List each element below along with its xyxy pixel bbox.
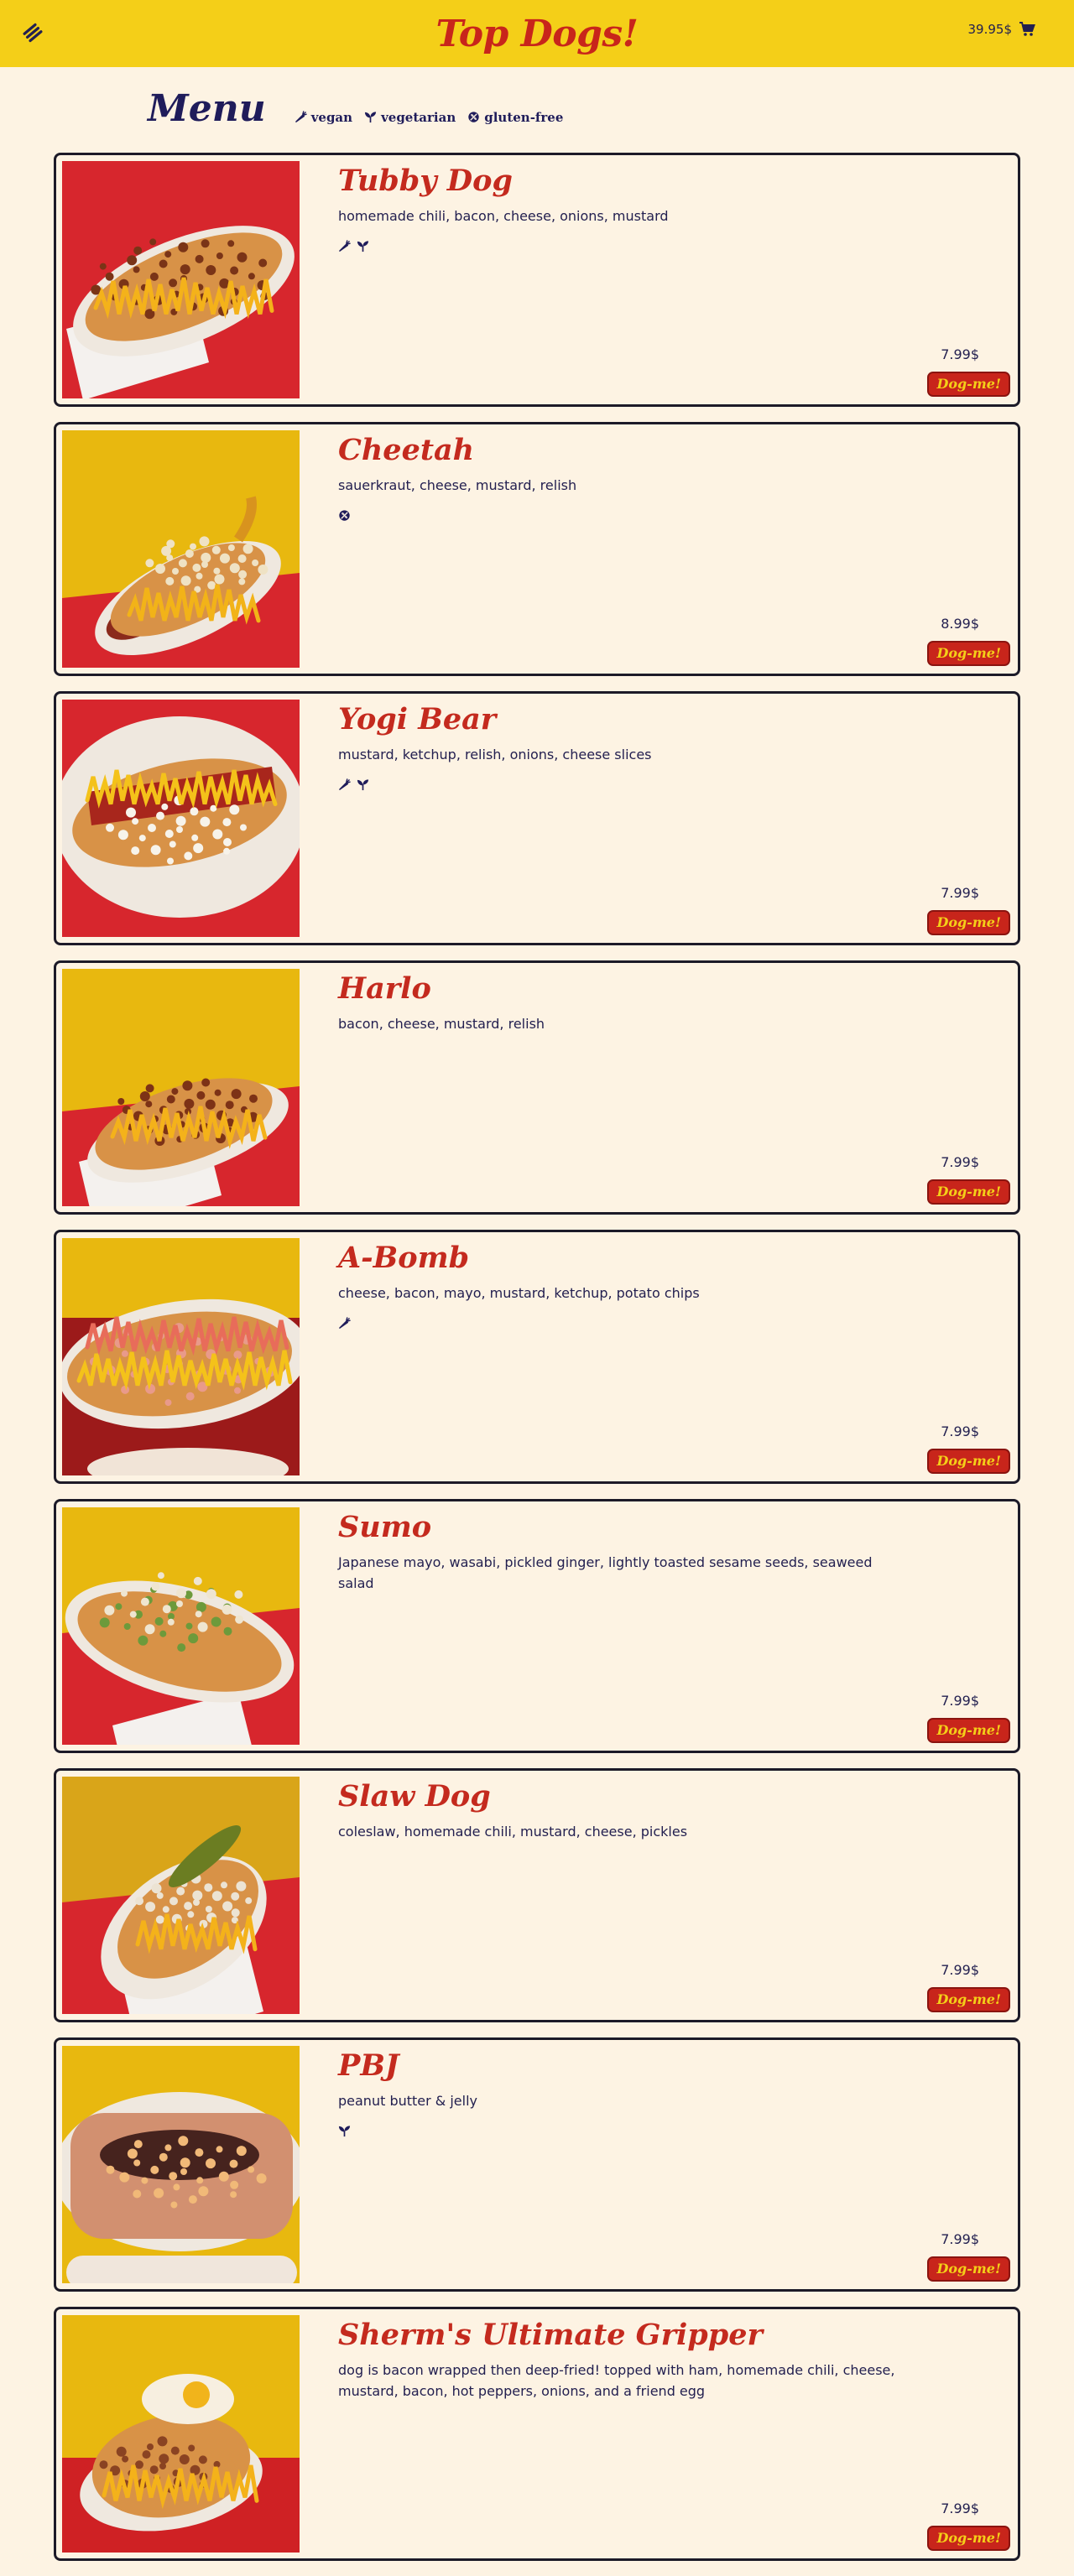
item-ingredients: dog is bacon wrapped then deep-fried! to… xyxy=(338,2361,895,2400)
item-name: Sherm's Ultimate Gripper xyxy=(338,2318,763,2352)
item-name: Slaw Dog xyxy=(338,1779,491,1814)
legend-item-vegetarian: vegetarian xyxy=(364,110,456,125)
item-price: 7.99$ xyxy=(941,1423,979,1439)
legend-label: vegetarian xyxy=(381,110,456,125)
item-price: 8.99$ xyxy=(941,616,979,632)
item-name: Sumo xyxy=(338,1510,432,1544)
hotdog-photo xyxy=(62,1507,300,1745)
menu-item-card: PBJ peanut butter & jelly 7.99$ Dog-me! xyxy=(54,2037,1020,2292)
item-info: Cheetah sauerkraut, cheese, mustard, reli… xyxy=(300,430,1012,668)
menu-item-card: Yogi Bear mustard, ketchup, relish, onion… xyxy=(54,691,1020,945)
menu-item-card: Harlo bacon, cheese, mustard, relish 7.99$… xyxy=(54,960,1020,1215)
item-info: PBJ peanut butter & jelly xyxy=(300,2046,1012,2283)
item-price: 7.99$ xyxy=(941,1962,979,1978)
legend-label: vegan xyxy=(310,110,353,125)
sprout-icon xyxy=(364,111,378,124)
diet-legend: vegan vegetarian gluten-free xyxy=(295,110,563,125)
hotdog-photo xyxy=(62,1777,300,2014)
no-wheat-icon xyxy=(467,111,481,124)
brand-logo[interactable]: Top Dogs! xyxy=(436,13,639,55)
item-info: A-Bomb cheese, bacon, mayo, mustard, ketc… xyxy=(300,1238,1012,1475)
hotdog-photo xyxy=(62,430,300,668)
add-to-cart-button-pbj[interactable]: Dog-me! xyxy=(927,2256,1010,2282)
hotdog-photo xyxy=(62,161,300,398)
hotdog-photo xyxy=(62,969,300,1206)
cart-total: 39.95$ xyxy=(967,22,1013,37)
sprout-icon xyxy=(357,240,370,253)
carrot-icon xyxy=(338,240,352,253)
menu-item-card: Tubby Dog homemade chili, bacon, cheese, … xyxy=(54,153,1020,407)
item-info: Sumo Japanese mayo, wasabi, pickled ginge… xyxy=(300,1507,1012,1745)
item-name: Harlo xyxy=(338,971,431,1006)
add-to-cart-button-harlo[interactable]: Dog-me! xyxy=(927,1179,1010,1205)
hotdog-photo xyxy=(62,2315,300,2553)
menu-item-card: A-Bomb cheese, bacon, mayo, mustard, ketc… xyxy=(54,1230,1020,1484)
menu-item-card: Slaw Dog coleslaw, homemade chili, mustar… xyxy=(54,1768,1020,2022)
add-to-cart-button-a-bomb[interactable]: Dog-me! xyxy=(927,1449,1010,1474)
item-price: 7.99$ xyxy=(941,1693,979,1709)
hotdog-photo xyxy=(62,700,300,937)
carrot-icon xyxy=(338,1317,352,1330)
item-ingredients: coleslaw, homemade chili, mustard, chees… xyxy=(338,1823,688,1840)
item-name: Tubby Dog xyxy=(338,164,513,198)
hotdog-photo xyxy=(62,2046,300,2283)
item-ingredients: cheese, bacon, mayo, mustard, ketchup, p… xyxy=(338,1284,700,1301)
legend-item-gluten-free: gluten-free xyxy=(467,110,563,125)
item-ingredients: bacon, cheese, mustard, relish xyxy=(338,1015,545,1032)
carrot-icon xyxy=(295,111,308,124)
item-ingredients: peanut butter & jelly xyxy=(338,2092,478,2109)
diet-icons xyxy=(338,240,911,253)
item-name: Yogi Bear xyxy=(338,702,497,736)
sprout-icon xyxy=(357,778,370,792)
item-name: PBJ xyxy=(338,2048,399,2083)
add-to-cart-button-yogi-bear[interactable]: Dog-me! xyxy=(927,910,1010,935)
item-info: Tubby Dog homemade chili, bacon, cheese, … xyxy=(300,161,1012,398)
add-to-cart-button-sumo[interactable]: Dog-me! xyxy=(927,1718,1010,1743)
item-ingredients: sauerkraut, cheese, mustard, relish xyxy=(338,476,577,493)
item-price: 7.99$ xyxy=(941,885,979,901)
menu-item-card: Cheetah sauerkraut, cheese, mustard, reli… xyxy=(54,422,1020,676)
item-info: Slaw Dog coleslaw, homemade chili, mustar… xyxy=(300,1777,1012,2014)
menu-title: Menu xyxy=(148,87,266,130)
diet-icons xyxy=(338,1317,911,1330)
item-ingredients: mustard, ketchup, relish, onions, cheese… xyxy=(338,746,652,762)
item-name: A-Bomb xyxy=(338,1241,470,1275)
item-price: 7.99$ xyxy=(941,2501,979,2516)
legend-item-vegan: vegan xyxy=(295,110,352,125)
add-to-cart-button-cheetah[interactable]: Dog-me! xyxy=(927,641,1010,666)
add-to-cart-button-sherm-s-ultimate-gripper[interactable]: Dog-me! xyxy=(927,2526,1010,2551)
menu-item-card: Sumo Japanese mayo, wasabi, pickled ginge… xyxy=(54,1499,1020,1753)
item-name: Cheetah xyxy=(338,433,475,467)
hamburger-stack-icon[interactable] xyxy=(22,22,44,44)
shopping-cart-icon xyxy=(1019,22,1035,36)
carrot-icon xyxy=(338,778,352,792)
menu-item-card: Sherm's Ultimate Gripper dog is bacon wra… xyxy=(54,2307,1020,2561)
item-ingredients: Japanese mayo, wasabi, pickled ginger, l… xyxy=(338,1553,873,1592)
top-bar: Top Dogs! 39.95$ xyxy=(0,0,1074,67)
menu-heading: Menu vegan vegetarian gluten-free xyxy=(0,81,1074,127)
item-price: 7.99$ xyxy=(941,346,979,362)
sprout-icon xyxy=(338,2125,352,2138)
item-info: Harlo bacon, cheese, mustard, relish xyxy=(300,969,1012,1206)
item-info: Yogi Bear mustard, ketchup, relish, onion… xyxy=(300,700,1012,937)
item-ingredients: homemade chili, bacon, cheese, onions, m… xyxy=(338,207,669,224)
diet-icons xyxy=(338,2125,911,2138)
diet-icons xyxy=(338,509,911,523)
add-to-cart-button-slaw-dog[interactable]: Dog-me! xyxy=(927,1987,1010,2012)
hotdog-photo xyxy=(62,1238,300,1475)
item-info: Sherm's Ultimate Gripper dog is bacon wra… xyxy=(300,2315,1012,2553)
item-price: 7.99$ xyxy=(941,2231,979,2247)
item-price: 7.99$ xyxy=(941,1154,979,1170)
no-wheat-icon xyxy=(338,509,352,523)
diet-icons xyxy=(338,778,911,792)
add-to-cart-button-tubby-dog[interactable]: Dog-me! xyxy=(927,372,1010,397)
menu-items: Tubby Dog homemade chili, bacon, cheese, … xyxy=(54,153,1020,2561)
cart-button[interactable]: 39.95$ xyxy=(968,22,1036,37)
legend-label: gluten-free xyxy=(484,110,564,125)
